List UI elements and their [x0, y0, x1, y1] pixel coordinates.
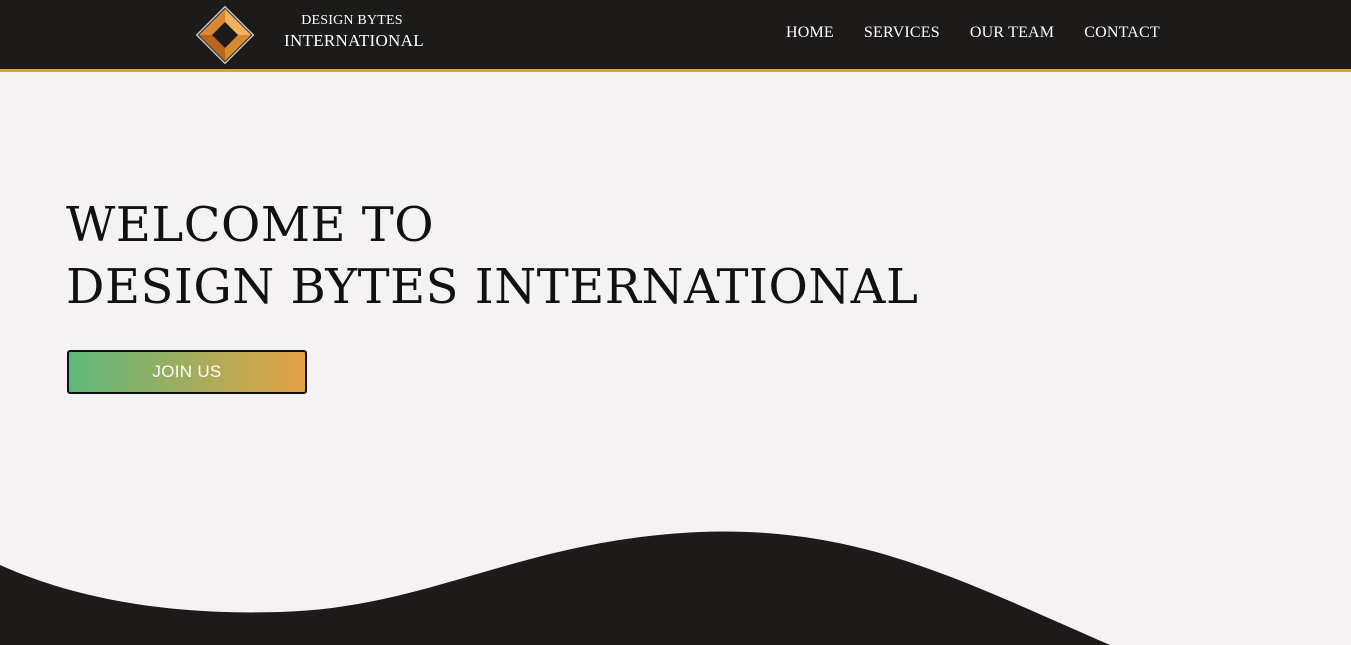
brand-line-top: DESIGN BYTES [301, 13, 403, 28]
nav-home[interactable]: HOME [786, 24, 834, 42]
hero-title-line1: WELCOME TO [66, 197, 435, 253]
main-nav: HOME SERVICES OUR TEAM CONTACT [786, 24, 1160, 42]
diamond-logo-icon[interactable] [193, 3, 257, 67]
nav-our-team[interactable]: OUR TEAM [970, 24, 1054, 42]
brand-line-bottom: INTERNATIONAL [284, 31, 424, 50]
nav-contact[interactable]: CONTACT [1084, 24, 1160, 42]
nav-services[interactable]: SERVICES [864, 24, 940, 42]
hero-title: WELCOME TO DESIGN BYTES INTERNATIONAL [66, 194, 918, 318]
brand-wordmark[interactable]: DESIGN BYTES INTERNATIONAL [284, 13, 424, 50]
join-us-button[interactable]: JOIN US [67, 350, 307, 394]
hero-title-line2: DESIGN BYTES INTERNATIONAL [66, 259, 919, 315]
site-header: DESIGN BYTES INTERNATIONAL HOME SERVICES… [0, 0, 1351, 72]
footer-wave [0, 531, 1110, 645]
